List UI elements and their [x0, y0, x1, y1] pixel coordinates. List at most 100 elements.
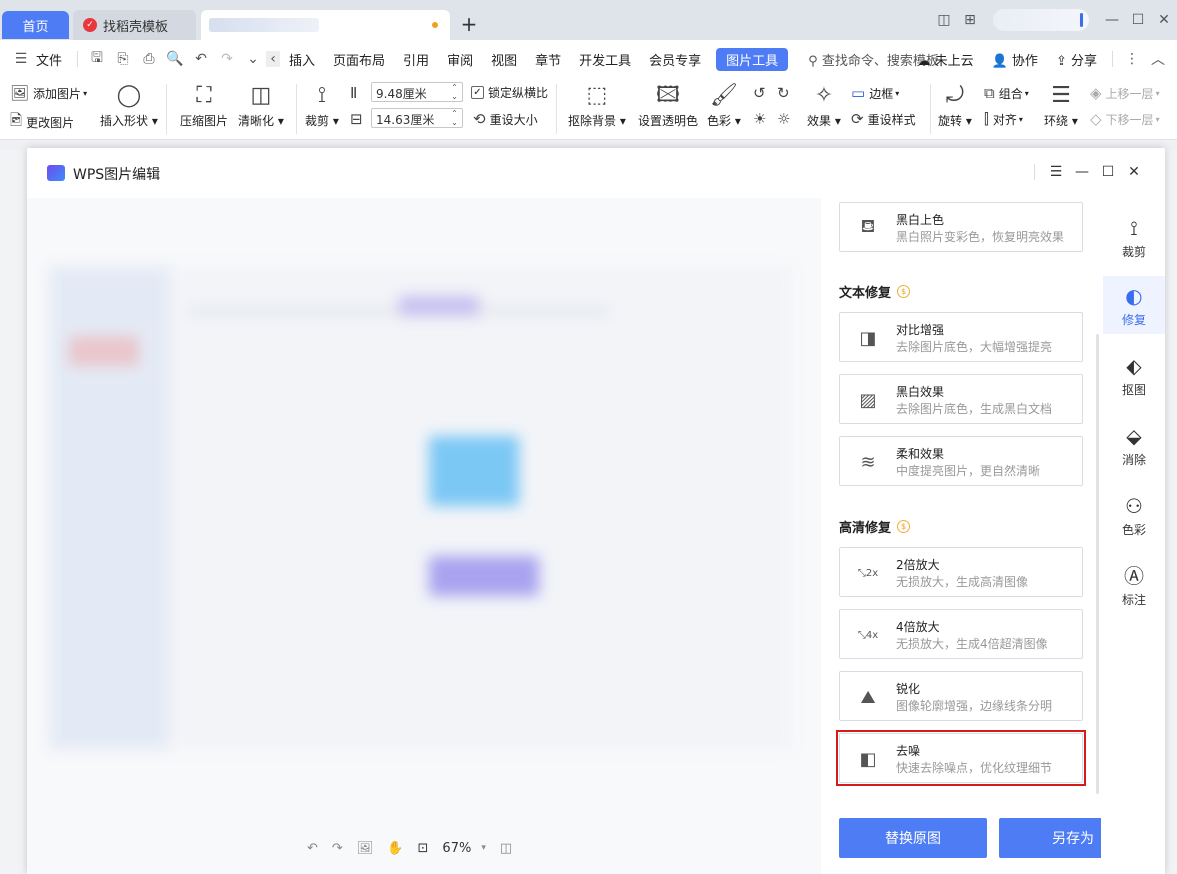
brightness-up-button[interactable]: ☀ — [753, 110, 770, 128]
minimize-icon[interactable]: — — [1099, 12, 1125, 28]
bring-forward-button[interactable]: ◈ 上移一层 ▾ — [1090, 84, 1160, 102]
rail-erase[interactable]: ⬙ 消除 — [1103, 416, 1165, 474]
grid-apps-icon[interactable]: ⊞ — [957, 12, 983, 28]
more-chevron-icon[interactable]: ⌄ — [240, 51, 266, 67]
actual-size-icon[interactable]: ⊡ — [418, 841, 429, 856]
print-preview-icon[interactable]: 🔍 — [162, 51, 188, 67]
wrap-button[interactable]: ☰ 环绕 ▾ — [1044, 82, 1078, 129]
menu-file[interactable]: 文件 — [34, 50, 71, 69]
compress-button[interactable]: ⛶ 压缩图片 — [180, 82, 228, 129]
card-bw[interactable]: ▨ 黑白效果 去除图片底色，生成黑白文档 — [839, 374, 1083, 424]
waves-icon: ≋ — [860, 451, 876, 473]
scroll-left-icon[interactable]: ‹ — [266, 51, 281, 67]
remove-bg-button[interactable]: ⬚ 抠除背景 ▾ — [568, 82, 626, 129]
zoom-dropdown-icon[interactable]: ▾ — [481, 843, 486, 853]
collab-button[interactable]: 👤 协作 — [983, 50, 1047, 69]
undo-icon[interactable]: ↶ — [307, 841, 318, 856]
card-soft[interactable]: ≋ 柔和效果 中度提亮图片，更自然清晰 — [839, 436, 1083, 486]
color-button[interactable]: 🖌 色彩 ▾ — [707, 82, 741, 129]
panel-scrollbar[interactable] — [1096, 334, 1099, 794]
dual-page-icon[interactable]: ◫ — [931, 12, 957, 28]
eraser-icon: ⬙ — [1126, 423, 1142, 448]
group-button[interactable]: ⧉ 组合 ▾ — [984, 84, 1029, 102]
maximize-icon[interactable]: ☐ — [1125, 12, 1151, 28]
lock-ratio-checkbox[interactable]: ✓ 锁定纵横比 — [471, 84, 548, 101]
width-input[interactable]: 14.63厘米 — [371, 108, 463, 128]
card-sharpen[interactable]: ⛰ 锐化 图像轮廓增强，边缘线条分明 — [839, 671, 1083, 721]
add-image-button[interactable]: 🖼 添加图片 ▾ — [10, 84, 87, 102]
brightness-down-button[interactable]: ☼ — [777, 110, 794, 128]
card-title: 锐化 — [896, 682, 921, 696]
align-button[interactable]: ⫿ 对齐 ▾ — [984, 110, 1023, 128]
maximize-icon[interactable]: ☐ — [1095, 164, 1121, 180]
section-title: 文本修复 — [839, 286, 892, 301]
crop-button[interactable]: ⟟ 裁剪 ▾ — [305, 82, 339, 129]
change-image-button[interactable]: 🖻 更改图片 — [10, 110, 74, 135]
tab-home[interactable]: 首页 — [2, 11, 69, 39]
send-backward-button[interactable]: ◇ 下移一层 ▾ — [1090, 110, 1160, 128]
card-desc: 去除图片底色，大幅增强提亮 — [896, 340, 1053, 354]
rotate-left-button[interactable]: ↺ — [753, 84, 770, 102]
compare-icon[interactable]: ◫ — [500, 841, 512, 856]
card-colorize[interactable]: ⛾ 黑白上色 黑白照片变彩色，恢复明亮效果 — [839, 202, 1083, 252]
account-pill[interactable] — [993, 9, 1089, 31]
more-vertical-icon[interactable]: ⋮ — [1119, 51, 1145, 67]
collab-label: 协作 — [1011, 53, 1038, 69]
print-icon[interactable]: ⎙ — [136, 51, 162, 67]
reset-style-button[interactable]: ⟳ 重设样式 — [851, 110, 916, 128]
transparent-icon: 🖾 — [656, 83, 680, 108]
zoom-value[interactable]: 67% — [442, 841, 471, 856]
reset-size-button[interactable]: ⟲ 重设大小 — [473, 110, 538, 128]
group-icon: ⧉ — [984, 84, 995, 102]
group-label: 组合 — [998, 86, 1023, 101]
rail-annotate[interactable]: Ⓐ 标注 — [1103, 556, 1165, 614]
new-tab-button[interactable]: + — [459, 12, 479, 36]
redo-icon[interactable]: ↷ — [332, 841, 343, 856]
redo-icon[interactable]: ↷ — [214, 51, 240, 67]
section-hd-repair: 高清修复 $ — [839, 517, 911, 536]
menu-view[interactable]: 视图 — [482, 50, 526, 69]
menu-section[interactable]: 章节 — [526, 50, 570, 69]
rail-repair[interactable]: ◐ 修复 — [1103, 276, 1165, 334]
sharpen-button[interactable]: ◫ 清晰化 ▾ — [238, 82, 284, 129]
card-upscale-4x[interactable]: ⤡ 4x 4倍放大 无损放大，生成4倍超清图像 — [839, 609, 1083, 659]
color-icon: 🖌 — [709, 83, 738, 108]
menu-picture-tools[interactable]: 图片工具 — [716, 47, 789, 71]
menu-page-layout[interactable]: 页面布局 — [324, 50, 394, 69]
card-title: 黑白效果 — [896, 385, 945, 399]
export-icon[interactable]: ⎘ — [110, 51, 136, 67]
cloud-status[interactable]: ☁ 未上云 — [908, 50, 982, 69]
menu-developer[interactable]: 开发工具 — [570, 50, 640, 69]
tab-document[interactable] — [201, 10, 450, 40]
card-upscale-2x[interactable]: ⤡ 2x 2倍放大 无损放大，生成高清图像 — [839, 547, 1083, 597]
save-icon[interactable]: 🖫 — [84, 47, 110, 71]
image-canvas[interactable]: ↶ ↷ 🖼 ✋ ⊡ 67% ▾ ◫ — [27, 198, 821, 874]
hand-icon[interactable]: ✋ — [387, 841, 403, 856]
effect-button[interactable]: ✧ 效果 ▾ — [807, 82, 841, 129]
close-icon[interactable]: ✕ — [1121, 164, 1147, 180]
share-button[interactable]: ⇪ 分享 — [1047, 50, 1106, 69]
image-icon[interactable]: 🖼 — [357, 841, 374, 856]
card-contrast[interactable]: ◨ 对比增强 去除图片底色，大幅增强提亮 — [839, 312, 1083, 362]
replace-original-button[interactable]: 替换原图 — [839, 818, 987, 858]
menu-member[interactable]: 会员专享 — [640, 50, 710, 69]
rotate-right-button[interactable]: ↻ — [777, 84, 794, 102]
rotate-button[interactable]: ⤾ 旋转 ▾ — [938, 82, 972, 129]
insert-shape-button[interactable]: ◯ 插入形状 ▾ — [100, 82, 158, 129]
rail-cutout[interactable]: ⬖ 抠图 — [1103, 346, 1165, 404]
hamburger-icon[interactable]: ☰ — [8, 51, 34, 67]
rail-crop[interactable]: ⟟ 裁剪 — [1103, 208, 1165, 266]
menu-reference[interactable]: 引用 — [394, 50, 438, 69]
border-button[interactable]: ▭ 边框 ▾ — [851, 84, 899, 102]
set-transparent-button[interactable]: 🖾 设置透明色 — [638, 82, 698, 129]
menu-review[interactable]: 审阅 — [438, 50, 482, 69]
minimize-icon[interactable]: — — [1069, 164, 1095, 180]
collapse-ribbon-icon[interactable]: ︿ — [1145, 49, 1171, 69]
rail-color[interactable]: ⚇ 色彩 — [1103, 486, 1165, 544]
height-input[interactable]: 9.48厘米 — [371, 82, 463, 102]
menu-insert[interactable]: 插入 — [280, 50, 324, 69]
undo-icon[interactable]: ↶ — [188, 51, 214, 67]
close-icon[interactable]: ✕ — [1151, 12, 1177, 28]
tab-template[interactable]: ✓ 找稻壳模板 — [73, 10, 196, 40]
menu-icon[interactable]: ☰ — [1043, 164, 1069, 180]
